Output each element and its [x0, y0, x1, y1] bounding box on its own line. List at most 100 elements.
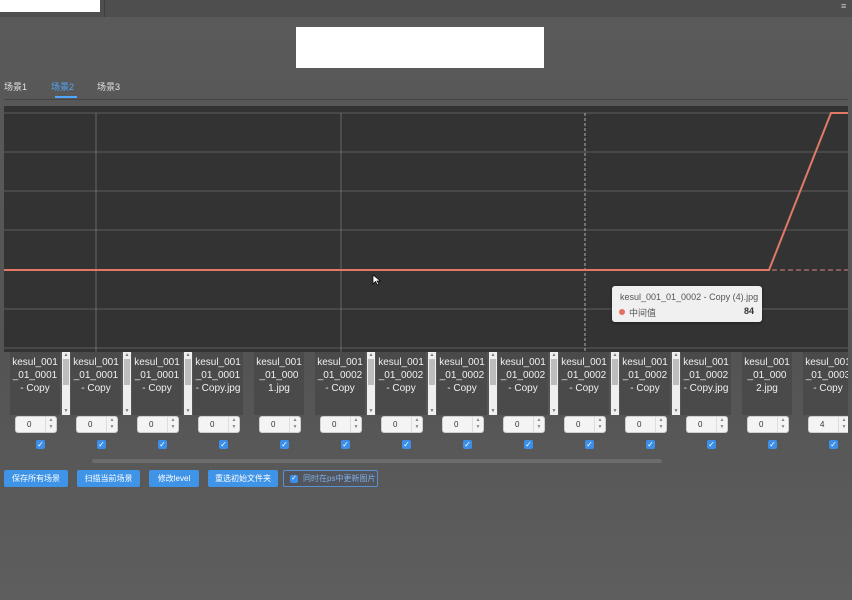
- column-checkbox[interactable]: ✓: [463, 440, 472, 449]
- column-checkbox[interactable]: ✓: [341, 440, 350, 449]
- spinner-icon[interactable]: ▲ ▼: [533, 417, 544, 432]
- file-name-list[interactable]: kesul_001_01_0002 - Copy: [559, 352, 609, 415]
- scroll-up-icon[interactable]: ▲: [429, 353, 435, 358]
- scroll-thumb[interactable]: [429, 359, 435, 385]
- file-name-list[interactable]: kesul_001_01_0002 - Copy: [498, 352, 548, 415]
- list-scrollbar[interactable]: ▲ ▼: [489, 352, 497, 415]
- horizontal-scrollbar[interactable]: [92, 459, 662, 463]
- level-number-input[interactable]: 0 ▲ ▼: [686, 416, 728, 433]
- scroll-up-icon[interactable]: ▲: [551, 353, 557, 358]
- column-checkbox[interactable]: ✓: [36, 440, 45, 449]
- spinner-icon[interactable]: ▲ ▼: [289, 417, 300, 432]
- top-left-field[interactable]: [0, 0, 100, 12]
- spinner-icon[interactable]: ▲ ▼: [777, 417, 788, 432]
- file-name-list[interactable]: kesul_001_01_0001.jpg: [254, 352, 304, 415]
- level-number-input[interactable]: 4 ▲ ▼: [808, 416, 848, 433]
- spinner-icon[interactable]: ▲ ▼: [45, 417, 56, 432]
- spinner-icon[interactable]: ▲ ▼: [655, 417, 666, 432]
- scroll-up-icon[interactable]: ▲: [124, 353, 130, 358]
- scroll-thumb[interactable]: [673, 359, 679, 385]
- file-name-list[interactable]: kesul_001_01_0002.jpg: [742, 352, 792, 415]
- level-number-input[interactable]: 0 ▲ ▼: [747, 416, 789, 433]
- spinner-icon[interactable]: ▲ ▼: [228, 417, 239, 432]
- file-name-list[interactable]: kesul_001_01_0003 - Copy: [803, 352, 848, 415]
- list-scrollbar[interactable]: ▲ ▼: [184, 352, 192, 415]
- list-scrollbar[interactable]: ▲ ▼: [672, 352, 680, 415]
- scroll-up-icon[interactable]: ▲: [673, 353, 679, 358]
- modify-level-button[interactable]: 修改level: [149, 470, 199, 487]
- scroll-up-icon[interactable]: ▲: [490, 353, 496, 358]
- scroll-down-icon[interactable]: ▼: [429, 409, 435, 414]
- scroll-thumb[interactable]: [490, 359, 496, 385]
- scroll-up-icon[interactable]: ▲: [368, 353, 374, 358]
- list-scrollbar[interactable]: ▲ ▼: [428, 352, 436, 415]
- reselect-folder-button[interactable]: 重选初始文件夹: [208, 470, 278, 487]
- scroll-up-icon[interactable]: ▲: [612, 353, 618, 358]
- scroll-thumb[interactable]: [368, 359, 374, 385]
- file-name-list[interactable]: kesul_001_01_0002 - Copy: [315, 352, 365, 415]
- column-checkbox[interactable]: ✓: [158, 440, 167, 449]
- scroll-down-icon[interactable]: ▼: [368, 409, 374, 414]
- scroll-thumb[interactable]: [124, 359, 130, 385]
- level-number-input[interactable]: 0 ▲ ▼: [137, 416, 179, 433]
- list-scrollbar[interactable]: ▲ ▼: [123, 352, 131, 415]
- menu-icon[interactable]: ≡: [841, 2, 848, 11]
- save-all-scenes-button[interactable]: 保存所有场景: [4, 470, 68, 487]
- scroll-down-icon[interactable]: ▼: [673, 409, 679, 414]
- file-name-list[interactable]: kesul_001_01_0001 - Copy.jpg: [193, 352, 243, 415]
- spinner-icon[interactable]: ▲ ▼: [350, 417, 361, 432]
- file-name-list[interactable]: kesul_001_01_0002 - Copy: [620, 352, 670, 415]
- level-number-input[interactable]: 0 ▲ ▼: [259, 416, 301, 433]
- level-number-input[interactable]: 0 ▲ ▼: [503, 416, 545, 433]
- tab-scene-1[interactable]: 场景1: [4, 80, 27, 93]
- column-checkbox[interactable]: ✓: [768, 440, 777, 449]
- level-number-input[interactable]: 0 ▲ ▼: [15, 416, 57, 433]
- list-scrollbar[interactable]: ▲ ▼: [550, 352, 558, 415]
- level-number-input[interactable]: 0 ▲ ▼: [320, 416, 362, 433]
- scroll-thumb[interactable]: [612, 359, 618, 385]
- tab-scene-2[interactable]: 场景2: [51, 80, 74, 93]
- spinner-icon[interactable]: ▲ ▼: [411, 417, 422, 432]
- scan-current-scene-button[interactable]: 扫描当前场景: [77, 470, 140, 487]
- column-checkbox[interactable]: ✓: [585, 440, 594, 449]
- file-name-list[interactable]: kesul_001_01_0002 - Copy.jpg: [681, 352, 731, 415]
- sync-ps-checkbox[interactable]: ✓ 同时在ps中更新图片: [283, 470, 378, 487]
- level-number-input[interactable]: 0 ▲ ▼: [76, 416, 118, 433]
- tab-scene-3[interactable]: 场景3: [97, 80, 120, 93]
- list-scrollbar[interactable]: ▲ ▼: [62, 352, 70, 415]
- scroll-up-icon[interactable]: ▲: [63, 353, 69, 358]
- column-checkbox[interactable]: ✓: [219, 440, 228, 449]
- scroll-thumb[interactable]: [185, 359, 191, 385]
- file-name-list[interactable]: kesul_001_01_0002 - Copy: [376, 352, 426, 415]
- scroll-down-icon[interactable]: ▼: [63, 409, 69, 414]
- list-scrollbar[interactable]: ▲ ▼: [367, 352, 375, 415]
- column-checkbox[interactable]: ✓: [707, 440, 716, 449]
- column-checkbox[interactable]: ✓: [646, 440, 655, 449]
- spinner-icon[interactable]: ▲ ▼: [167, 417, 178, 432]
- scroll-down-icon[interactable]: ▼: [124, 409, 130, 414]
- level-number-input[interactable]: 0 ▲ ▼: [381, 416, 423, 433]
- scroll-down-icon[interactable]: ▼: [612, 409, 618, 414]
- column-checkbox[interactable]: ✓: [524, 440, 533, 449]
- spinner-icon[interactable]: ▲ ▼: [106, 417, 117, 432]
- spinner-icon[interactable]: ▲ ▼: [594, 417, 605, 432]
- column-checkbox[interactable]: ✓: [97, 440, 106, 449]
- column-checkbox[interactable]: ✓: [280, 440, 289, 449]
- spinner-icon[interactable]: ▲ ▼: [838, 417, 848, 432]
- level-number-input[interactable]: 0 ▲ ▼: [198, 416, 240, 433]
- checkbox-check-icon[interactable]: ✓: [290, 475, 298, 483]
- scroll-thumb[interactable]: [63, 359, 69, 385]
- scroll-thumb[interactable]: [551, 359, 557, 385]
- column-checkbox[interactable]: ✓: [829, 440, 838, 449]
- list-scrollbar[interactable]: ▲ ▼: [611, 352, 619, 415]
- level-number-input[interactable]: 0 ▲ ▼: [442, 416, 484, 433]
- scroll-down-icon[interactable]: ▼: [185, 409, 191, 414]
- file-name-list[interactable]: kesul_001_01_0002 - Copy: [437, 352, 487, 415]
- file-name-list[interactable]: kesul_001_01_0001 - Copy: [10, 352, 60, 415]
- scroll-down-icon[interactable]: ▼: [551, 409, 557, 414]
- file-name-list[interactable]: kesul_001_01_0001 - Copy: [132, 352, 182, 415]
- column-checkbox[interactable]: ✓: [402, 440, 411, 449]
- spinner-icon[interactable]: ▲ ▼: [472, 417, 483, 432]
- file-name-list[interactable]: kesul_001_01_0001 - Copy: [71, 352, 121, 415]
- level-number-input[interactable]: 0 ▲ ▼: [564, 416, 606, 433]
